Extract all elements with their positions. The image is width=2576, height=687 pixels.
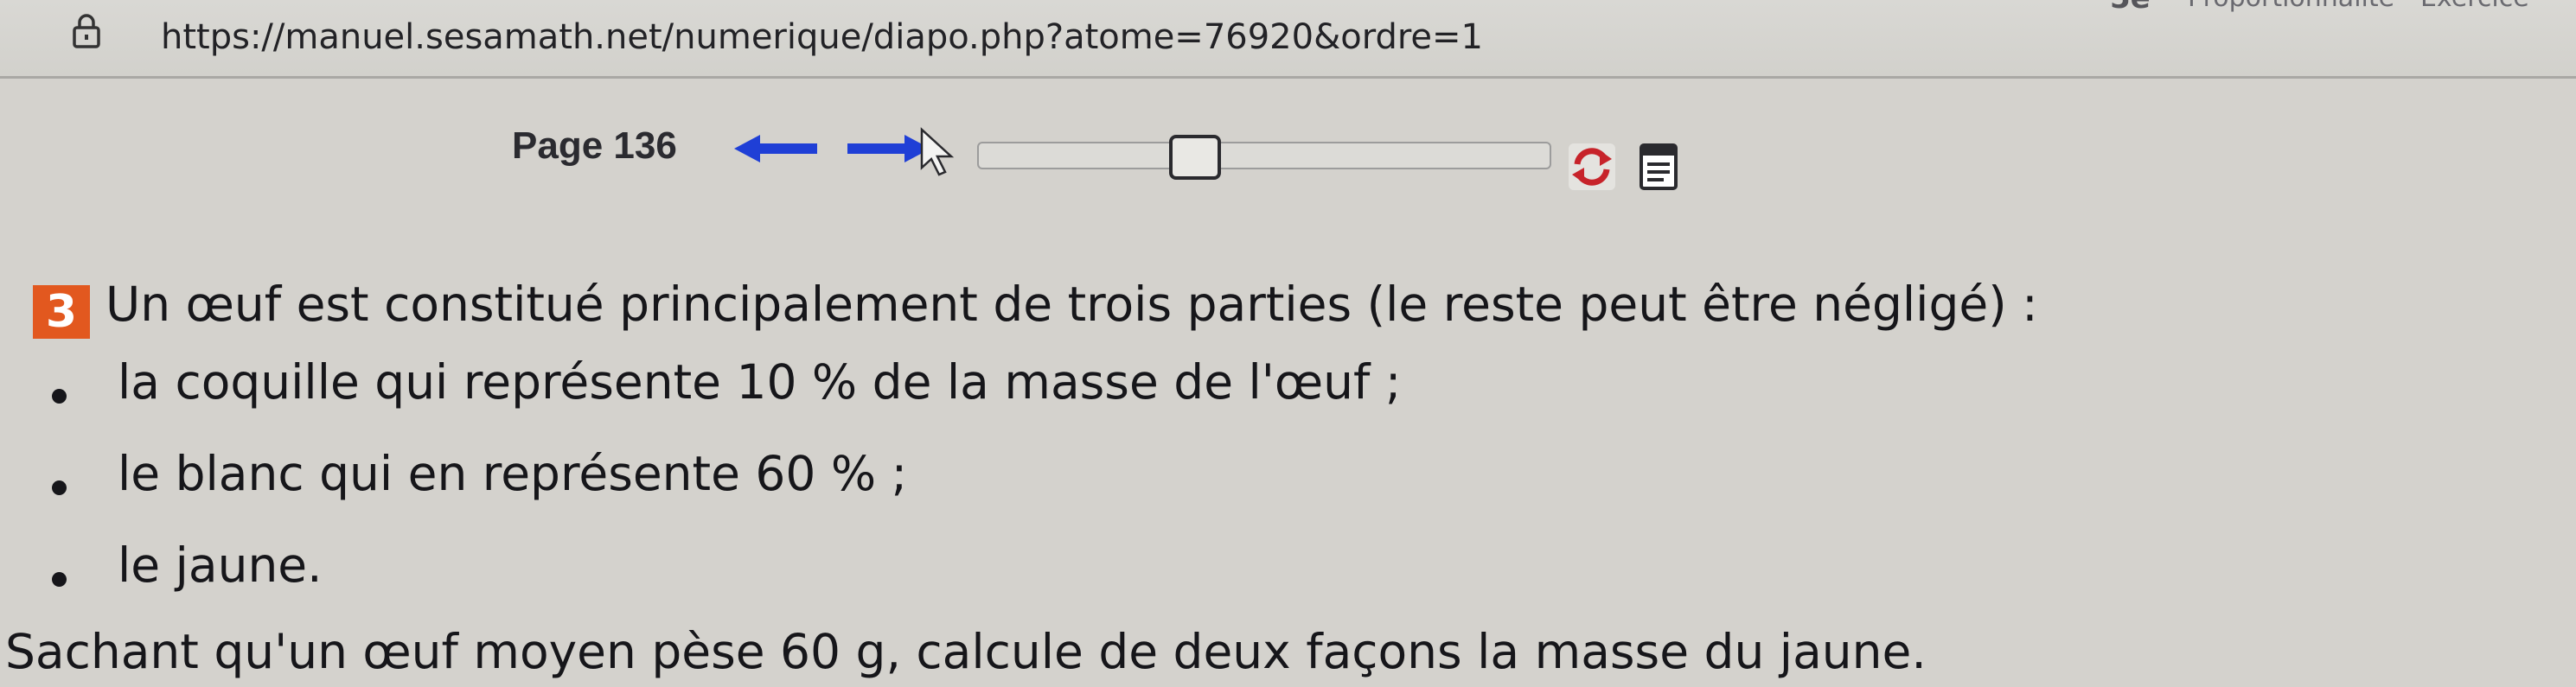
slide-progress-track[interactable]: [977, 142, 1551, 169]
slide-progress-knob[interactable]: [1169, 135, 1221, 180]
bullet-icon: [52, 389, 67, 404]
exercise-question: Sachant qu'un œuf moyen pèse 60 g, calcu…: [5, 624, 1927, 679]
lock-icon[interactable]: [67, 12, 105, 50]
exercise-statement: Un œuf est constitué principalement de t…: [105, 277, 2038, 332]
bullet-icon: [52, 572, 67, 587]
page-label: Page 136: [512, 124, 677, 167]
slide-toolbar: Page 136: [0, 86, 2576, 216]
mouse-cursor-icon: [920, 127, 955, 176]
bullet-text: le blanc qui en représente 60 % ;: [118, 446, 908, 501]
url-text[interactable]: https://manuel.sesamath.net/numerique/di…: [161, 17, 1483, 57]
arrow-left-icon[interactable]: [731, 131, 826, 166]
tab-title[interactable]: Proportionnalité - Exercice: [2188, 0, 2529, 13]
tab-badge: 5e: [2110, 0, 2151, 16]
refresh-icon[interactable]: [1567, 142, 1617, 192]
address-bar[interactable]: https://manuel.sesamath.net/numerique/di…: [0, 0, 2576, 79]
bullet-icon: [52, 480, 67, 495]
bullet-text: le jaune.: [118, 538, 323, 593]
document-icon[interactable]: [1636, 142, 1681, 192]
bullet-text: la coquille qui représente 10 % de la ma…: [118, 354, 1402, 410]
exercise-number: 3: [33, 285, 90, 339]
